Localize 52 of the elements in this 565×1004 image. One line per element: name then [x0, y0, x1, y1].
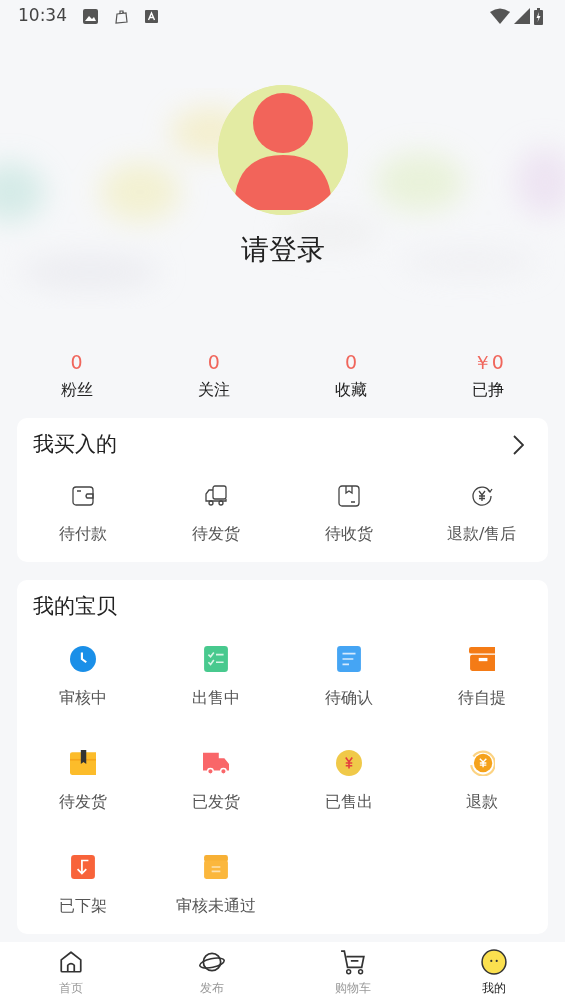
- battery-icon: [534, 7, 543, 25]
- checklist-icon: [203, 646, 230, 672]
- font-icon: [145, 9, 158, 23]
- chevron-right-icon[interactable]: [512, 435, 524, 455]
- stat-value: 0: [207, 350, 220, 374]
- grid-item-label[interactable]: 已下架: [59, 894, 108, 918]
- grid-item-label[interactable]: 待发货: [192, 522, 241, 546]
- bag-icon: [114, 8, 129, 24]
- stat-value: 0: [345, 350, 358, 374]
- truck-icon: [203, 750, 230, 776]
- wifi-icon: [490, 8, 510, 24]
- yuan-refund-icon: [468, 750, 495, 776]
- truck-icon: [204, 484, 229, 508]
- stat-value: 0: [70, 350, 83, 374]
- section-title: 我买入的: [33, 431, 117, 459]
- image-icon: [83, 8, 98, 24]
- wallet-icon: [71, 484, 96, 508]
- box-icon: [70, 750, 97, 776]
- grid-item-label[interactable]: 审核中: [59, 686, 108, 710]
- stat-label[interactable]: 收藏: [335, 378, 368, 402]
- grid-item-label[interactable]: 审核未通过: [176, 894, 257, 918]
- yuan-coin-icon: [335, 750, 362, 776]
- clock-icon: [70, 646, 97, 672]
- grid-item-label[interactable]: 退款: [465, 790, 498, 814]
- grid-item-label[interactable]: 待自提: [457, 686, 506, 710]
- cart-icon: [340, 949, 367, 975]
- home-icon: [57, 949, 84, 975]
- box-icon: [203, 854, 230, 880]
- grid-item-label[interactable]: 已售出: [324, 790, 373, 814]
- stat-label[interactable]: 已挣: [472, 378, 505, 402]
- grid-item-label[interactable]: 出售中: [192, 686, 241, 710]
- grid-item-label[interactable]: 待付款: [59, 522, 108, 546]
- grid-item-label[interactable]: 退款/售后: [446, 522, 517, 546]
- document-icon: [335, 646, 362, 672]
- archive-box-icon: [468, 646, 495, 672]
- tab[interactable]: 我的: [423, 949, 565, 997]
- yuan-refund-icon: [469, 484, 494, 508]
- login-prompt[interactable]: 请登录: [240, 229, 325, 271]
- avatar-icon: [217, 85, 348, 215]
- package-icon: [336, 484, 361, 508]
- unshelve-icon: [70, 854, 97, 880]
- section-title: 我的宝贝: [33, 593, 117, 621]
- clock-time: 10:34: [18, 4, 67, 28]
- smiley-icon: [481, 949, 508, 975]
- stat-value: ￥0: [472, 350, 504, 374]
- signal-icon: [514, 8, 530, 24]
- stat-label[interactable]: 关注: [197, 378, 230, 402]
- grid-item-label[interactable]: 待收货: [324, 522, 373, 546]
- grid-item-label[interactable]: 已发货: [192, 790, 241, 814]
- grid-item-label[interactable]: 待确认: [324, 686, 373, 710]
- grid-item-label[interactable]: 待发货: [59, 790, 108, 814]
- stat-label[interactable]: 粉丝: [60, 378, 93, 402]
